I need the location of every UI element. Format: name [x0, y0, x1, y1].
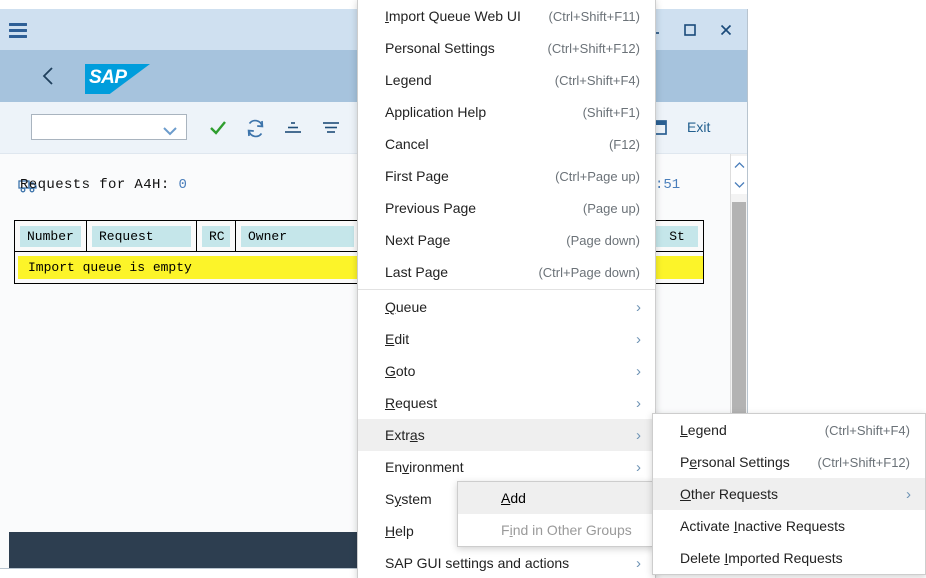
timestamp-text: :51	[655, 177, 681, 193]
menu-item-label: Extras	[385, 427, 425, 443]
sort-ascending-icon[interactable]	[281, 116, 305, 140]
menu-separator	[358, 289, 655, 290]
menu-item-first-page[interactable]: First Page (Ctrl+Page up)	[358, 160, 655, 192]
menu-item-label: Other Requests	[680, 486, 779, 502]
chevron-down-icon	[734, 182, 745, 188]
menu-item-application-help[interactable]: Application Help (Shift+F1)	[358, 96, 655, 128]
menu-item-goto[interactable]: Goto ›	[358, 355, 655, 387]
extras-item-personal-settings[interactable]: Personal Settings (Ctrl+Shift+F12)	[653, 446, 925, 478]
extras-item-legend[interactable]: Legend (Ctrl+Shift+F4)	[653, 414, 925, 446]
menu-item-shortcut: (Ctrl+Page up)	[555, 168, 640, 184]
requests-summary: Requests for A4H: 0	[20, 177, 187, 193]
column-header-st[interactable]: St	[651, 221, 703, 251]
menu-item-label: SAP GUI settings and actions	[385, 555, 570, 571]
menu-item-next-page[interactable]: Next Page (Page down)	[358, 224, 655, 256]
column-header-request[interactable]: Request	[87, 221, 197, 251]
menu-item-label: Request	[385, 395, 438, 411]
menu-item-label: System	[385, 491, 432, 507]
menu-item-sap-gui-settings-and-actions[interactable]: SAP GUI settings and actions ›	[358, 547, 655, 578]
menu-item-label: Last Page	[385, 264, 449, 280]
menu-item-label: Delete Imported Requests	[680, 550, 843, 566]
refresh-icon[interactable]	[243, 116, 267, 140]
menu-item-label: Goto	[385, 363, 416, 379]
menu-item-label: Activate Inactive Requests	[680, 518, 845, 534]
menu-item-shortcut: (Ctrl+Shift+F11)	[548, 8, 640, 24]
sap-logo-text: SAP	[89, 67, 127, 88]
menu-item-shortcut: (Shift+F1)	[582, 104, 640, 120]
menu-item-queue[interactable]: Queue ›	[358, 291, 655, 323]
sap-logo: SAP	[85, 64, 150, 94]
add-submenu-panel: Add Find in Other Groups	[457, 481, 655, 547]
chevron-right-icon: ›	[636, 330, 641, 348]
menu-item-shortcut: (Ctrl+Shift+F12)	[547, 40, 640, 56]
extras-item-delete-imported-requests[interactable]: Delete Imported Requests	[653, 542, 925, 574]
menu-item-import-queue-web-ui[interactable]: Import Queue Web UI (Ctrl+Shift+F11)	[358, 0, 655, 32]
menu-item-label: Legend	[385, 72, 432, 88]
menu-item-label: Legend	[680, 422, 727, 438]
hamburger-menu-icon[interactable]	[9, 23, 27, 38]
menu-item-shortcut: (Page up)	[582, 200, 640, 216]
chevron-right-icon: ›	[636, 362, 641, 380]
menu-item-extras[interactable]: Extras ›	[358, 419, 655, 451]
extras-item-activate-inactive-requests[interactable]: Activate Inactive Requests	[653, 510, 925, 542]
menu-item-label: Add	[501, 490, 526, 506]
search-combo-box[interactable]	[31, 114, 187, 140]
menu-item-label: Edit	[385, 331, 410, 347]
screen: Import Que SAP	[0, 0, 926, 578]
scroll-spinner[interactable]	[731, 156, 747, 194]
menu-item-shortcut: (F12)	[608, 136, 640, 152]
exit-button[interactable]: Exit	[687, 119, 710, 135]
chevron-right-icon: ›	[636, 458, 641, 476]
menu-item-label: Cancel	[385, 136, 429, 152]
menu-item-label: First Page	[385, 168, 449, 184]
menu-item-label: Queue	[385, 299, 428, 315]
back-icon[interactable]	[38, 64, 60, 88]
menu-item-label: Personal Settings	[680, 454, 790, 470]
menu-item-shortcut: (Ctrl+Shift+F4)	[554, 72, 640, 88]
chevron-right-icon: ›	[636, 554, 641, 572]
menu-item-shortcut: (Ctrl+Page down)	[538, 264, 640, 280]
chevron-right-icon: ›	[906, 485, 911, 503]
column-header-owner[interactable]: Owner	[236, 221, 360, 251]
requests-label: Requests for A4H:	[20, 177, 170, 193]
menu-item-label: Personal Settings	[385, 40, 495, 56]
menu-item-label: Environment	[385, 459, 464, 475]
column-header-number[interactable]: Number	[15, 221, 87, 251]
check-icon[interactable]	[206, 116, 230, 140]
menu-item-label: Find in Other Groups	[501, 522, 632, 538]
maximize-icon[interactable]	[675, 15, 705, 45]
chevron-up-icon	[734, 162, 745, 168]
chevron-right-icon: ›	[636, 426, 641, 444]
menu-item-label: Previous Page	[385, 200, 477, 216]
menu-item-label: Help	[385, 523, 414, 539]
menu-item-shortcut: (Ctrl+Shift+F12)	[817, 454, 910, 470]
menu-item-previous-page[interactable]: Previous Page (Page up)	[358, 192, 655, 224]
extras-item-other-requests[interactable]: Other Requests ›	[653, 478, 925, 510]
add-item-add[interactable]: Add	[458, 482, 654, 514]
menu-item-shortcut: (Ctrl+Shift+F4)	[824, 422, 910, 438]
menu-item-cancel[interactable]: Cancel (F12)	[358, 128, 655, 160]
filter-icon[interactable]	[319, 116, 343, 140]
menu-item-label: Next Page	[385, 232, 451, 248]
menu-item-last-page[interactable]: Last Page (Ctrl+Page down)	[358, 256, 655, 288]
chevron-right-icon: ›	[636, 394, 641, 412]
chevron-right-icon: ›	[636, 298, 641, 316]
requests-count: 0	[178, 177, 188, 193]
close-icon[interactable]	[711, 15, 741, 45]
column-header-rc[interactable]: RC	[197, 221, 236, 251]
menu-item-environment[interactable]: Environment ›	[358, 451, 655, 483]
menu-item-legend[interactable]: Legend (Ctrl+Shift+F4)	[358, 64, 655, 96]
menu-item-edit[interactable]: Edit ›	[358, 323, 655, 355]
menu-item-shortcut: (Page down)	[566, 232, 640, 248]
extras-submenu: Legend (Ctrl+Shift+F4) Personal Settings (C…	[652, 413, 926, 575]
chevron-down-icon	[162, 123, 178, 141]
menu-item-request[interactable]: Request ›	[358, 387, 655, 419]
menu-item-personal-settings[interactable]: Personal Settings (Ctrl+Shift+F12)	[358, 32, 655, 64]
menu-item-label: Application Help	[385, 104, 487, 120]
menu-item-label: Import Queue Web UI	[385, 8, 521, 24]
add-item-find-in-other-groups: Find in Other Groups	[458, 514, 654, 546]
